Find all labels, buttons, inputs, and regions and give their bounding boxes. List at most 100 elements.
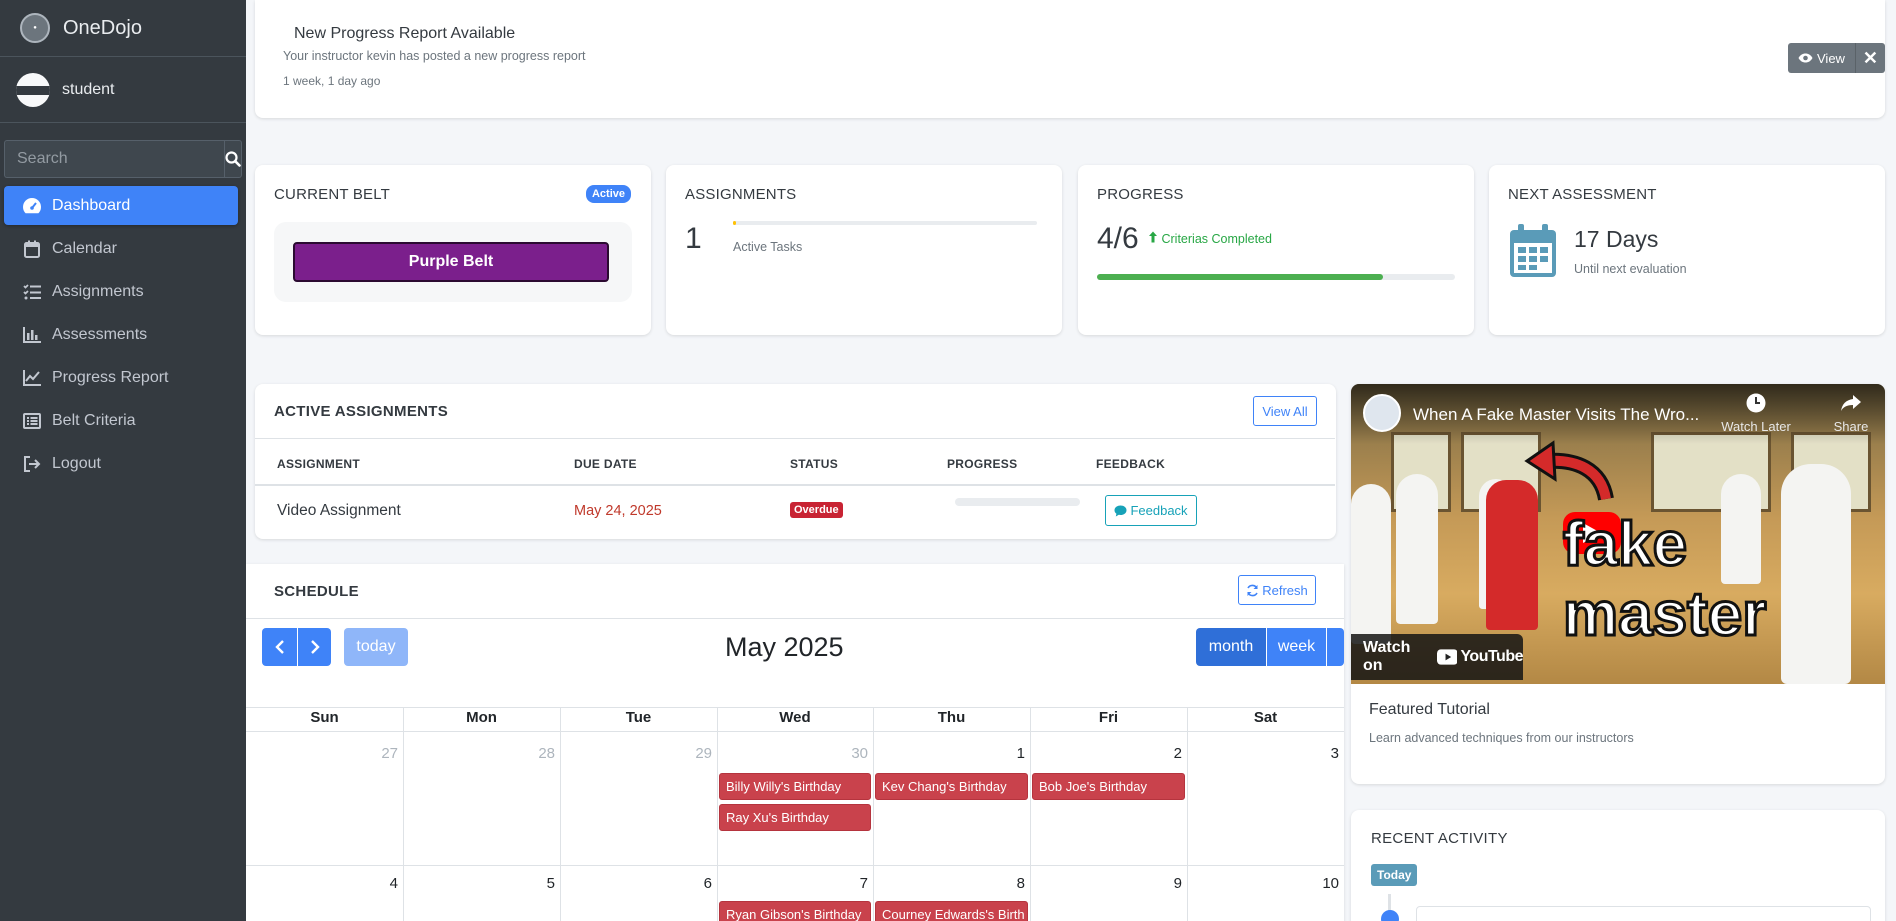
avatar [16,72,50,107]
calendar-event[interactable]: Kev Chang's Birthday [875,773,1028,800]
featured-tutorial-title: Featured Tutorial [1369,701,1490,718]
youtube-player[interactable]: When A Fake Master Visits The Wro... Wat… [1351,384,1885,684]
sidebar-item-assignments[interactable]: Assignments [4,272,238,311]
schedule-card: SCHEDULE Refresh today May 2025 month we… [246,564,1344,921]
progress-bar [1097,274,1455,280]
active-assignments-title: ACTIVE ASSIGNMENTS [274,403,449,420]
day-number[interactable]: 5 [403,875,555,892]
calendar-title: May 2025 [725,632,844,662]
day-number[interactable]: 30 [717,745,868,762]
day-number[interactable]: 29 [560,745,712,762]
recent-activity-title: RECENT ACTIVITY [1371,830,1508,847]
assignments-label: ASSIGNMENTS [685,186,797,203]
sidebar-search [4,140,242,178]
progress-fill [1097,274,1384,280]
assignments-caption: Active Tasks [733,240,803,254]
sidebar-item-belt-criteria[interactable]: Belt Criteria [4,401,238,440]
assignments-count: 1 [685,222,702,255]
day-number[interactable]: 7 [717,875,868,892]
sidebar-item-label: Logout [52,454,101,472]
youtube-logo-icon [1436,649,1458,665]
watch-on-youtube-button[interactable]: Watch on YouTube [1351,634,1523,680]
today-button[interactable]: today [344,628,408,666]
user-name[interactable]: student [62,81,114,99]
watch-later-button[interactable]: Watch Later [1721,392,1791,434]
clock-icon [1746,393,1766,413]
day-number[interactable]: 3 [1187,745,1339,762]
assignment-name[interactable]: Video Assignment [277,502,401,520]
sidebar-item-label: Progress Report [52,368,169,386]
red-arrow-icon [1524,440,1614,501]
sidebar-item-assessments[interactable]: Assessments [4,315,238,354]
refresh-button[interactable]: Refresh [1238,575,1316,605]
share-button[interactable]: Share [1821,392,1881,434]
day-number[interactable]: 10 [1187,875,1339,892]
sidebar: ● OneDojo student Dashboard Calendar Ass… [0,0,246,921]
chart-line-icon [22,368,42,388]
sidebar-item-progress-report[interactable]: Progress Report [4,358,238,397]
search-input[interactable] [4,140,224,178]
calendar-icon [22,239,42,259]
assignments-progress-fill [733,221,737,225]
view-all-button[interactable]: View All [1253,396,1317,426]
refresh-icon [1247,584,1258,596]
karateka-figure [1396,474,1438,624]
day-number[interactable]: 28 [403,745,555,762]
current-belt-card: CURRENT BELT Active Purple Belt [255,165,651,335]
next-month-button[interactable] [298,628,331,666]
chevron-left-icon [274,640,284,654]
table-header: ASSIGNMENT DUE DATE STATUS PROGRESS FEED… [255,438,1335,486]
grid-line [246,865,1344,866]
calendar-event[interactable]: Billy Willy's Birthday [719,773,871,800]
day-number[interactable]: 1 [873,745,1025,762]
view-label: View [1817,50,1845,66]
day-number[interactable]: 8 [873,875,1025,892]
sidebar-item-label: Calendar [52,239,117,257]
day-number[interactable]: 4 [246,875,398,892]
calendar-event[interactable]: Bob Joe's Birthday [1032,773,1185,800]
sidebar-item-label: Assignments [52,282,144,300]
day-number[interactable]: 6 [560,875,712,892]
brand-link[interactable]: ● OneDojo [0,0,246,57]
close-button[interactable]: ✕ [1854,43,1885,73]
share-icon [1841,395,1861,411]
thumbnail-text: master [1561,580,1767,649]
sidebar-item-dashboard[interactable]: Dashboard [4,186,238,225]
timeline-item [1416,906,1871,921]
sign-out-icon [22,454,42,474]
video-title[interactable]: When A Fake Master Visits The Wro... [1413,405,1699,425]
month-view-button[interactable]: month [1196,628,1266,666]
calendar-event[interactable]: Ray Xu's Birthday [719,804,871,831]
calendar-event[interactable]: Ryan Gibson's Birthday [719,901,871,921]
prev-month-button[interactable] [262,628,297,666]
week-view-button[interactable]: week [1267,628,1326,666]
divider [246,618,1344,619]
feedback-button[interactable]: Feedback [1105,495,1197,526]
brand-name: OneDojo [63,16,142,39]
calendar-event[interactable]: Courney Edwards's Birth [875,901,1028,921]
notification-card: New Progress Report Available Your instr… [255,0,1885,118]
watch-on-label: Watch on [1363,639,1411,674]
day-number[interactable]: 27 [246,745,398,762]
channel-avatar[interactable] [1363,394,1401,432]
assignments-progress-bar [733,221,1037,225]
sidebar-item-calendar[interactable]: Calendar [4,229,238,268]
search-button[interactable] [224,140,242,178]
notification-title: New Progress Report Available [294,25,516,42]
assignments-card: ASSIGNMENTS 1 Active Tasks [666,165,1062,335]
chevron-right-icon [310,640,320,654]
weekday-header: Sat [1253,709,1278,726]
day-view-button-edge[interactable] [1327,628,1344,666]
grid-line [246,731,1344,732]
list-alt-icon [22,411,42,431]
day-number[interactable]: 2 [1030,745,1182,762]
day-number[interactable]: 9 [1030,875,1182,892]
karateka-figure [1351,484,1391,644]
eye-icon [1798,53,1813,63]
karateka-figure [1721,474,1761,584]
column-header: STATUS [790,457,839,471]
sidebar-item-logout[interactable]: Logout [4,444,238,483]
view-button[interactable]: View [1788,43,1855,73]
user-panel[interactable]: student [0,57,246,123]
thumbnail-text: fake [1561,510,1688,579]
